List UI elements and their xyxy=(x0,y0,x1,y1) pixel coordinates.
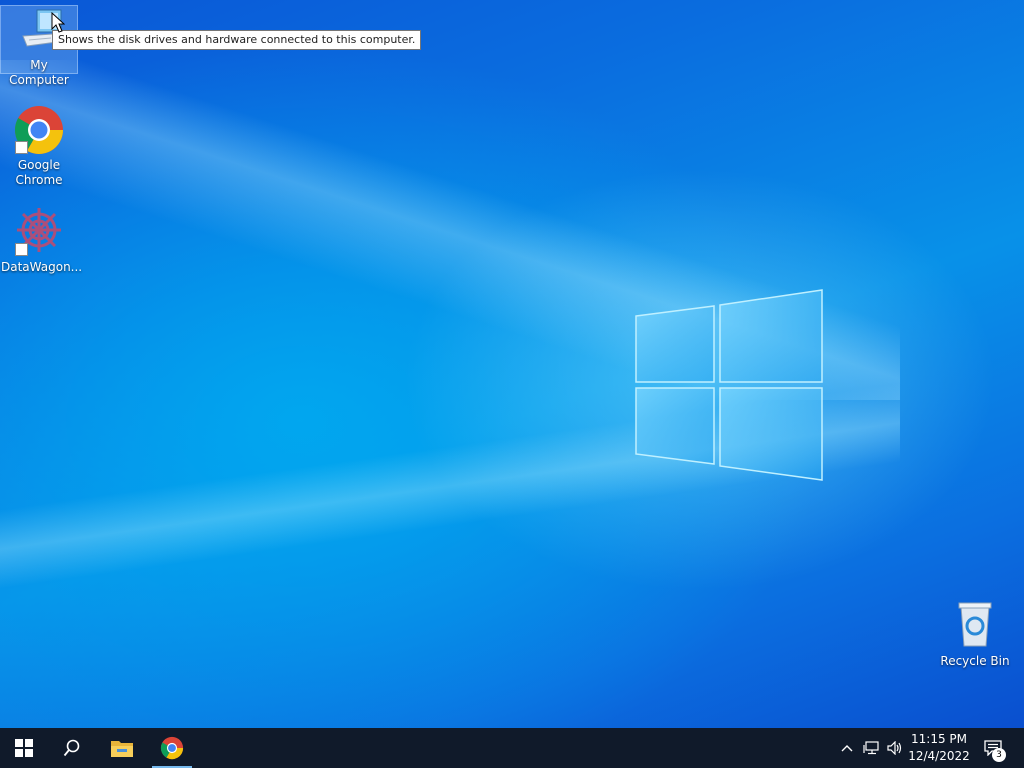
taskbar: 11:15 PM 12/4/2022 xyxy=(0,728,1024,768)
desktop-icon-datawagon[interactable]: DataWagon... xyxy=(1,206,83,274)
chrome-icon xyxy=(13,104,65,156)
volume-icon xyxy=(887,741,902,755)
taskbar-chrome[interactable] xyxy=(148,728,196,768)
desktop-icon-recycle-bin[interactable]: Recycle Bin xyxy=(937,600,1013,670)
chrome-icon xyxy=(160,736,184,760)
icon-label-datawagon: DataWagon... xyxy=(1,260,83,274)
chevron-up-icon xyxy=(841,745,853,752)
recycle-bin-icon xyxy=(949,600,1001,652)
file-explorer-icon xyxy=(111,741,133,757)
start-button[interactable] xyxy=(0,728,48,768)
tooltip: Shows the disk drives and hardware conne… xyxy=(52,30,422,50)
desktop-icon-google-chrome[interactable]: Google Chrome xyxy=(1,104,77,190)
tray-show-hidden-icons[interactable] xyxy=(836,728,858,768)
notification-count-badge: 3 xyxy=(992,748,1006,762)
windows-logo-wallpaper xyxy=(635,289,823,481)
clock-time: 11:15 PM xyxy=(911,732,967,746)
icon-label-recycle-bin: Recycle Bin xyxy=(940,654,1010,668)
taskbar-file-explorer[interactable] xyxy=(98,728,146,768)
icon-label-google-chrome: Google Chrome xyxy=(15,158,63,187)
action-center-button[interactable] xyxy=(978,728,1008,768)
taskbar-clock[interactable]: 11:15 PM 12/4/2022 xyxy=(906,731,972,765)
network-icon xyxy=(863,741,879,755)
shortcut-arrow-icon xyxy=(15,243,28,256)
desktop-background[interactable]: My Computer Google Chrome DataWagon... R… xyxy=(0,0,1024,728)
search-button[interactable] xyxy=(48,728,96,768)
clock-date: 12/4/2022 xyxy=(908,749,970,763)
search-icon xyxy=(63,739,80,757)
tray-network[interactable] xyxy=(860,728,882,768)
shortcut-arrow-icon xyxy=(15,141,28,154)
datawagon-icon xyxy=(13,206,65,258)
mouse-cursor-icon xyxy=(51,12,65,33)
icon-label-my-computer: My Computer xyxy=(9,58,69,87)
tray-volume[interactable] xyxy=(884,728,906,768)
windows-start-icon xyxy=(15,739,33,757)
